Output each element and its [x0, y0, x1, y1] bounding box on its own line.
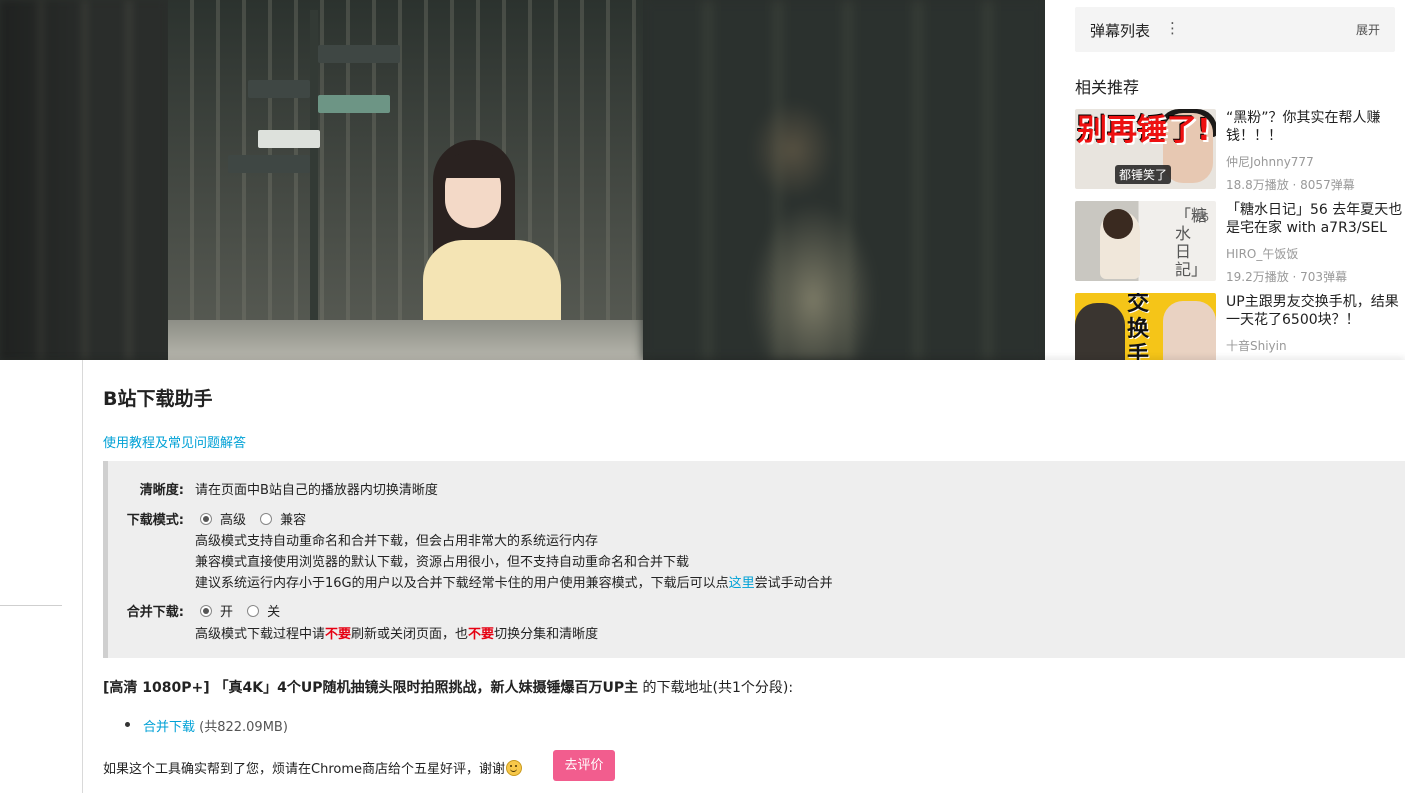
video-thumbnail[interactable]: 别再锤了! 都锤笑了 [1075, 109, 1216, 189]
video-title: [高清 1080P+] 「真4K」4个UP随机抽镜头限时拍照挑战，新人妹摄锤爆百… [103, 680, 639, 696]
danmaku-list-title: 弹幕列表 [1090, 22, 1151, 40]
video-blur-right [643, 0, 1045, 360]
options-box: 清晰度: 请在页面中B站自己的播放器内切换清晰度 下载模式: 高级 兼容 高级模… [103, 461, 1405, 658]
download-heading: [高清 1080P+] 「真4K」4个UP随机抽镜头限时拍照挑战，新人妹摄锤爆百… [103, 677, 793, 697]
mode-desc-3-end: 尝试手动合并 [754, 576, 833, 591]
rate-prompt: 如果这个工具确实帮到了您，烦请在Chrome商店给个五星好评，谢谢 [103, 758, 522, 777]
video-thumbnail[interactable]: 交换手机 [1075, 293, 1216, 360]
mode-desc-1: 高级模式支持自动重命名和合并下载，但会占用非常大的系统运行内存 [195, 534, 599, 549]
smile-emoji-icon [506, 760, 522, 776]
signpost-sign [228, 155, 310, 173]
recommend-item-title[interactable]: 「糖水日记」56 去年夏天也是宅在家 with a7R3/SEL [1226, 201, 1404, 239]
recommend-item-stats: 18.8万播放 · 8057弹幕 [1226, 178, 1355, 192]
thumbnail-text: 交换手机 [1127, 293, 1150, 360]
merge-off-label[interactable]: 关 [267, 605, 280, 620]
merge-label: 合并下载: [126, 605, 184, 620]
mode-advanced-label[interactable]: 高级 [220, 513, 246, 528]
merge-off-radio[interactable] [247, 605, 260, 617]
download-list-item: 合并下载 (共822.09MB) [125, 716, 288, 735]
signpost-pole [310, 10, 318, 360]
video-blur-left [0, 0, 168, 360]
bullet-icon [125, 722, 130, 727]
quality-label: 清晰度: [139, 483, 184, 498]
recommend-item-uploader[interactable]: 仲尼Johnny777 [1226, 153, 1404, 170]
recommend-item-stats: 19.2万播放 · 703弹幕 [1226, 270, 1348, 284]
mode-advanced-radio[interactable] [200, 513, 212, 525]
merge-download-link[interactable]: 合并下载 [143, 720, 195, 735]
thumbnail-caption: 都锤笑了 [1115, 165, 1172, 184]
recommend-item-title[interactable]: “黑粉”？你其实在帮人赚钱！！！ [1226, 109, 1404, 147]
signpost-sign [318, 95, 390, 113]
help-link[interactable]: 使用教程及常见问题解答 [103, 432, 246, 451]
mode-desc-3: 建议系统运行内存小于16G的用户以及合并下载经常卡住的用户使用兼容模式，下载后可… [195, 572, 833, 591]
recommend-item[interactable]: 交换手机 UP主跟男友交换手机，结果一天花了6500块？！ 十音Shiyin [1075, 293, 1405, 360]
danmaku-expand-button[interactable]: 展开 [1356, 21, 1380, 38]
warning-text: 不要 [325, 627, 352, 642]
mode-desc-2: 兼容模式直接使用浏览器的默认下载，资源占用很小，但不支持自动重命名和合并下载 [195, 555, 690, 570]
download-helper-panel: B站下载助手 使用教程及常见问题解答 清晰度: 请在页面中B站自己的播放器内切换… [0, 360, 1405, 793]
manual-merge-link[interactable]: 这里 [729, 576, 755, 591]
warning-text: 不要 [468, 627, 495, 642]
merge-desc: 高级模式下载过程中请不要刷新或关闭页面，也不要切换分集和清晰度 [195, 623, 598, 642]
recommend-item[interactable]: 「糖水日記」 56 「糖水日记」56 去年夏天也是宅在家 with a7R3/S… [1075, 201, 1405, 284]
video-thumbnail[interactable]: 「糖水日記」 56 [1075, 201, 1216, 281]
thumbnail-text: 「糖水日記」 [1175, 206, 1208, 279]
mode-label: 下载模式: [126, 513, 184, 528]
thumbnail-text: 别再锤了! [1077, 113, 1211, 148]
panel-title: B站下载助手 [103, 388, 213, 410]
mode-desc-3-text: 建议系统运行内存小于16G的用户以及合并下载经常卡住的用户使用兼容模式，下载后可… [195, 576, 729, 591]
recommend-title: 相关推荐 [1075, 78, 1140, 97]
mode-compat-radio[interactable] [260, 513, 273, 525]
download-size: (共822.09MB) [195, 720, 288, 735]
danmaku-list-bar[interactable]: 弹幕列表 ⋮ 展开 [1075, 7, 1395, 52]
signpost-sign [318, 45, 400, 63]
quality-text: 请在页面中B站自己的播放器内切换清晰度 [195, 483, 438, 498]
thumbnail-number: 56 [1195, 211, 1209, 224]
signpost-sign [258, 130, 320, 148]
recommend-item-uploader[interactable]: HIRO_午饭饭 [1226, 245, 1404, 262]
merge-desc-text: 高级模式下载过程中请 [195, 627, 326, 642]
merge-desc-text: 切换分集和清晰度 [494, 627, 599, 642]
merge-on-label[interactable]: 开 [220, 605, 233, 620]
ground [168, 320, 643, 360]
signpost-sign [248, 80, 310, 98]
recommend-item[interactable]: 别再锤了! 都锤笑了 “黑粉”？你其实在帮人赚钱！！！ 仲尼Johnny777 … [1075, 109, 1405, 192]
divider [82, 360, 83, 793]
rate-prompt-text: 如果这个工具确实帮到了您，烦请在Chrome商店给个五星好评，谢谢 [103, 762, 505, 777]
download-heading-rest: 的下载地址(共1个分段): [638, 680, 794, 696]
divider [0, 605, 62, 606]
rate-button[interactable]: 去评价 [553, 750, 615, 781]
more-vertical-icon[interactable]: ⋮ [1165, 19, 1180, 37]
video-player[interactable] [0, 0, 1045, 360]
recommend-item-uploader[interactable]: 十音Shiyin [1226, 337, 1404, 354]
recommend-item-title[interactable]: UP主跟男友交换手机，结果一天花了6500块？！ [1226, 293, 1404, 331]
mode-compat-label[interactable]: 兼容 [280, 513, 306, 528]
merge-on-radio[interactable] [200, 605, 212, 617]
video-frame [168, 0, 643, 360]
merge-desc-text: 刷新或关闭页面，也 [351, 627, 469, 642]
